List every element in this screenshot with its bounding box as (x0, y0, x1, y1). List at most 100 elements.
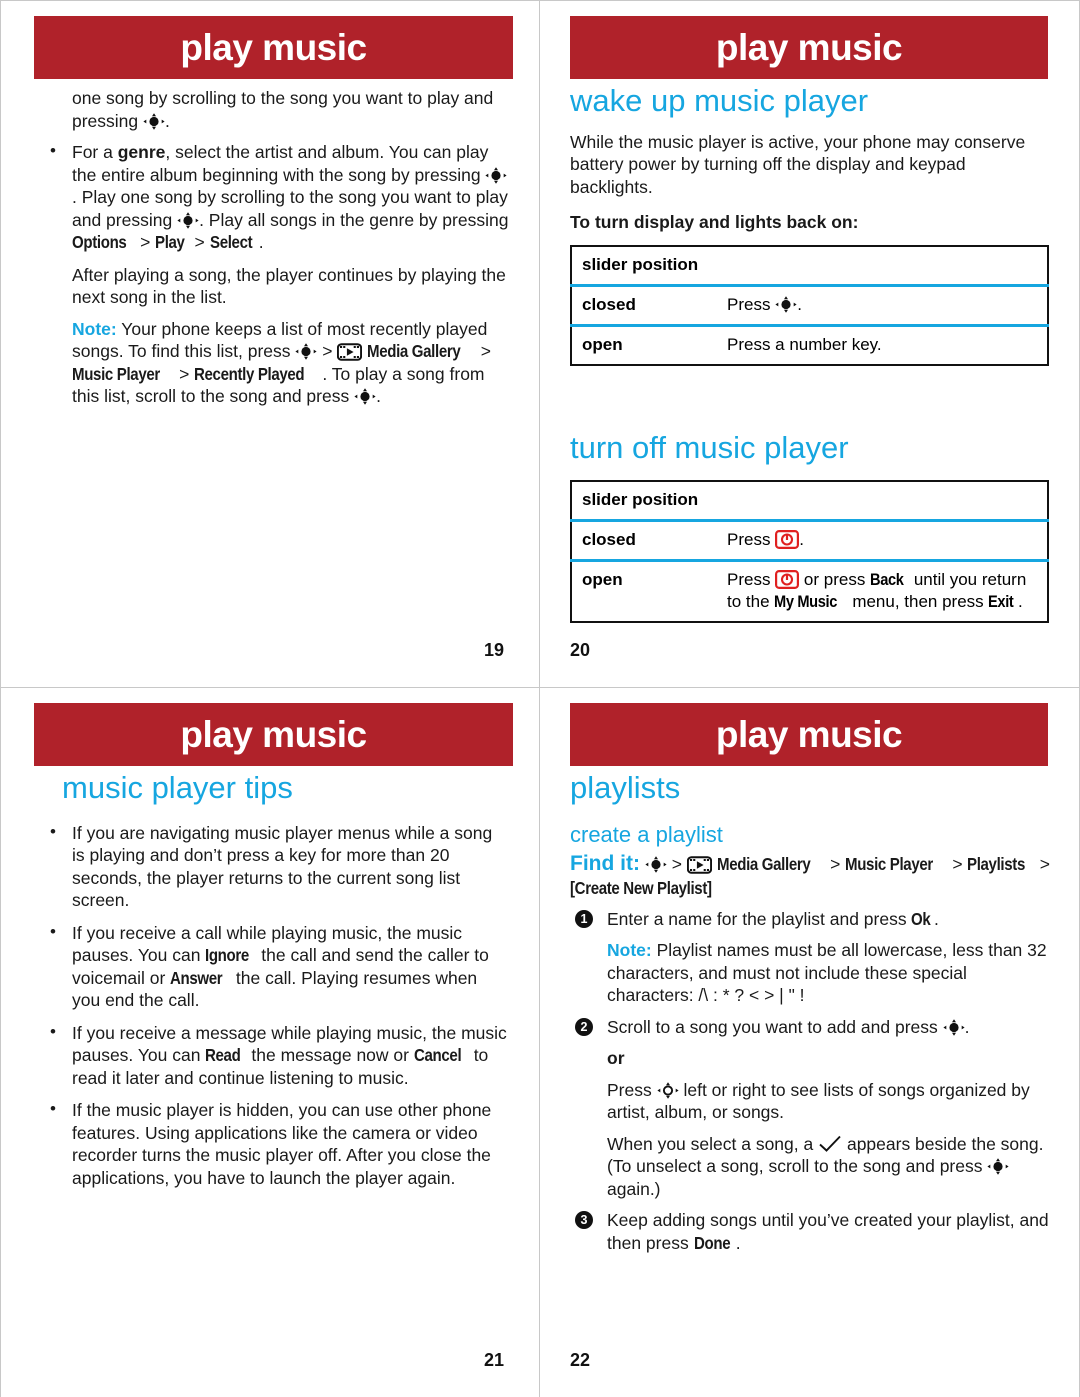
banner-title: play music (715, 714, 903, 755)
menu-path-label: Select (209, 232, 253, 252)
section-heading-turn-off: turn off music player (570, 429, 849, 465)
nav-key-icon (295, 343, 317, 360)
menu-path-label: Cancel (413, 1045, 462, 1066)
list-item: If you receive a call while playing musi… (34, 921, 509, 1012)
paragraph: one song by scrolling to the song you wa… (72, 88, 494, 131)
page-number: 21 (483, 1350, 504, 1370)
list-item: If you receive a message while playing m… (34, 1021, 509, 1090)
row-value: Press . (717, 283, 1048, 326)
bullet-list: For a genre, select the artist and album… (34, 140, 509, 254)
table-row: closed Press . (571, 519, 1048, 561)
menu-path-label: My Music (774, 592, 838, 612)
media-gallery-icon (686, 855, 712, 874)
page-22: play music playlists create a playlist F… (540, 688, 1080, 1397)
step-subparagraph: Note: Playlist names must be all lowerca… (607, 940, 1047, 1006)
row-label: open (571, 323, 717, 365)
table-header-label: slider position (582, 254, 699, 274)
menu-path-label: Media Gallery (367, 341, 461, 361)
list-item: If you are navigating music player menus… (34, 821, 509, 912)
banner-title: play music (180, 27, 367, 68)
menu-path-label: Ok (911, 908, 931, 929)
row-label: closed (571, 519, 717, 561)
step-number: 2 (575, 1017, 593, 1036)
power-key-icon (775, 570, 800, 590)
nav-key-icon (943, 1019, 965, 1036)
row-label: closed (571, 283, 717, 326)
note-paragraph: Note: Your phone keeps a list of most re… (72, 318, 491, 407)
nav-key-icon (485, 166, 508, 184)
note-label: Note: (607, 940, 652, 961)
page-22-banner: play music (570, 703, 1048, 766)
subsection-heading-create-playlist: create a playlist (570, 821, 723, 847)
section-heading-wake-up: wake up music player (570, 83, 869, 118)
row-label: open (571, 559, 717, 623)
menu-path-label: Music Player (845, 853, 934, 874)
power-key-icon (775, 530, 800, 550)
nav-key-icon (354, 388, 376, 405)
table-row: open Press or press Back until you retur… (571, 559, 1048, 623)
page-19-content: one song by scrolling to the song you wa… (34, 87, 509, 417)
nav-key-icon (645, 855, 667, 873)
menu-path-label: Media Gallery (716, 853, 811, 874)
nav-key-icon (987, 1158, 1009, 1175)
banner-title: play music (180, 714, 367, 755)
list-item: For a genre, select the artist and album… (34, 140, 509, 254)
menu-path-label: Options (72, 232, 127, 252)
menu-path-label: Answer (170, 967, 223, 988)
menu-path-label: Play (155, 232, 185, 252)
list-item: 1 Enter a name for the playlist and pres… (570, 908, 1053, 1007)
find-it-path: Find it: > Media Gallery > Music Player … (570, 851, 1050, 898)
find-it-label: Find it: (570, 851, 640, 875)
nav-key-icon (775, 295, 797, 313)
page-20-banner: play music (570, 16, 1048, 79)
menu-path-label: Ignore (205, 945, 250, 966)
step-number: 3 (575, 1211, 593, 1230)
table-row-header: slider position (571, 481, 1048, 521)
nav-key-icon (177, 211, 199, 229)
table-row: closed Press . (571, 283, 1048, 326)
turn-off-table: slider position closed Press . open Pres… (570, 480, 1049, 624)
table-header-label: slider position (582, 490, 699, 510)
menu-path-label: Music Player (72, 363, 160, 384)
page-number: 19 (483, 640, 504, 660)
page-21-banner: play music (34, 703, 513, 766)
step-subparagraph: Press left or right to see lists of song… (607, 1079, 1030, 1123)
paragraph: After playing a song, the player continu… (72, 264, 506, 308)
emphasis-text: genre (117, 142, 166, 162)
menu-path-label: Done (693, 1232, 731, 1253)
table-header-value (717, 246, 1048, 286)
menu-path-label: Recently Played (194, 363, 305, 384)
table-row: open Press a number key. (571, 323, 1048, 365)
page-19-banner: play music (34, 16, 513, 79)
row-value: Press a number key. (717, 323, 1048, 365)
media-gallery-icon (337, 343, 363, 361)
create-playlist-steps: 1 Enter a name for the playlist and pres… (570, 908, 1053, 1255)
step-subparagraph: or (607, 1047, 1053, 1070)
list-item: 2 Scroll to a song you want to add and p… (570, 1016, 1053, 1201)
menu-path-label: Back (870, 570, 904, 590)
list-item: If the music player is hidden, you can u… (34, 1098, 509, 1189)
wake-up-table: slider position closed Press . open Pres… (570, 244, 1049, 366)
step-subparagraph: When you select a song, a appears beside… (607, 1133, 1044, 1199)
list-item: 3 Keep adding songs until you’ve created… (570, 1209, 1053, 1254)
checkmark-icon (818, 1135, 842, 1153)
subheading: To turn display and lights back on: (570, 212, 859, 233)
section-heading-tips: music player tips (62, 770, 293, 805)
page-21: play music music player tips If you are … (0, 688, 540, 1397)
banner-title: play music (715, 27, 903, 68)
page-number: 20 (570, 640, 591, 660)
menu-path-label: Playlists (967, 853, 1026, 874)
emphasis-text: or (607, 1048, 625, 1069)
manual-spread: play music one song by scrolling to the … (0, 0, 1080, 1397)
intro-paragraph: While the music player is active, your p… (570, 131, 1026, 197)
table-header-value (717, 481, 1048, 521)
menu-path-label: [Create New Playlist] (570, 877, 712, 898)
page-grid: play music one song by scrolling to the … (0, 0, 1080, 1397)
table-row-header: slider position (571, 246, 1048, 286)
nav-key-icon (143, 112, 165, 130)
row-value: Press or press Back until you return to … (717, 559, 1048, 623)
menu-path-label: Read (205, 1045, 241, 1066)
row-value: Press . (717, 519, 1048, 561)
page-21-content: music player tips If you are navigating … (34, 770, 509, 1199)
step-number: 1 (575, 909, 593, 928)
